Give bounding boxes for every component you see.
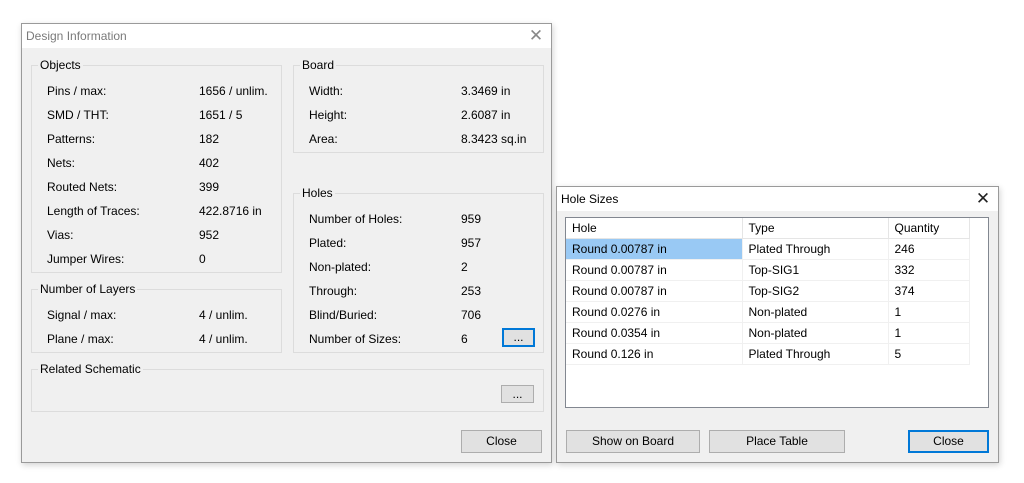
layers-value: 4 / unlim. bbox=[199, 332, 248, 346]
objects-value: 399 bbox=[199, 180, 220, 194]
holes-value: 6 bbox=[461, 332, 468, 346]
objects-value: 422.8716 in bbox=[199, 204, 262, 218]
hole-dialog-title: Hole Sizes bbox=[561, 192, 619, 206]
design-close-button[interactable]: Close bbox=[461, 430, 542, 453]
holes-label: Plated: bbox=[309, 236, 347, 250]
layers-group-label: Number of Layers bbox=[38, 282, 138, 296]
hole-cell: Round 0.00787 in bbox=[566, 259, 743, 281]
objects-value: 1651 / 5 bbox=[199, 108, 243, 122]
objects-group-label: Objects bbox=[38, 58, 83, 72]
hole-dialog-titlebar[interactable]: Hole Sizes ✕ bbox=[557, 187, 998, 211]
hole-cell: Round 0.0276 in bbox=[566, 301, 743, 323]
holes-value: 957 bbox=[461, 236, 482, 250]
board-group: Board Width: 3.3469 in Height: 2.6087 in… bbox=[293, 58, 544, 153]
holes-label: Number of Holes: bbox=[309, 212, 403, 226]
hole-cell: Round 0.00787 in bbox=[566, 280, 743, 302]
holes-label: Blind/Buried: bbox=[309, 308, 378, 322]
objects-group: Objects Pins / max: 1656 / unlim. SMD / … bbox=[31, 58, 282, 273]
column-header[interactable]: Hole bbox=[566, 218, 743, 239]
column-header[interactable]: Quantity bbox=[888, 218, 970, 239]
related-schematic-label: Related Schematic bbox=[38, 362, 143, 376]
board-value: 3.3469 in bbox=[461, 84, 511, 98]
holes-group-label: Holes bbox=[300, 186, 335, 200]
table-row[interactable]: Round 0.0276 in Non-plated 1 bbox=[566, 301, 970, 323]
type-cell: Plated Through bbox=[742, 343, 889, 365]
design-information-dialog: Design Information ✕ Objects Pins / max:… bbox=[21, 23, 552, 463]
board-value: 2.6087 in bbox=[461, 108, 511, 122]
table-row[interactable]: Round 0.0354 in Non-plated 1 bbox=[566, 322, 970, 344]
quantity-cell: 332 bbox=[888, 259, 970, 281]
board-label: Width: bbox=[309, 84, 344, 98]
quantity-cell: 1 bbox=[888, 322, 970, 344]
board-group-label: Board bbox=[300, 58, 337, 72]
holes-value: 253 bbox=[461, 284, 482, 298]
layers-value: 4 / unlim. bbox=[199, 308, 248, 322]
hole-cell: Round 0.126 in bbox=[566, 343, 743, 365]
objects-label: SMD / THT: bbox=[47, 108, 109, 122]
type-cell: Non-plated bbox=[742, 301, 889, 323]
type-cell: Top-SIG2 bbox=[742, 280, 889, 302]
quantity-cell: 5 bbox=[888, 343, 970, 365]
objects-value: 952 bbox=[199, 228, 220, 242]
hole-sizes-button[interactable]: ... bbox=[502, 328, 535, 347]
related-schematic-group: Related Schematic ... bbox=[31, 362, 544, 412]
holes-value: 959 bbox=[461, 212, 482, 226]
holes-value: 2 bbox=[461, 260, 468, 274]
objects-label: Vias: bbox=[47, 228, 74, 242]
quantity-cell: 1 bbox=[888, 301, 970, 323]
holes-group: Holes Number of Holes: 959 Plated: 957 N… bbox=[293, 186, 544, 353]
close-icon[interactable]: ✕ bbox=[974, 190, 992, 208]
design-dialog-title: Design Information bbox=[26, 29, 127, 43]
type-cell: Plated Through bbox=[742, 238, 889, 260]
table-row[interactable]: Round 0.00787 in Plated Through 246 bbox=[566, 238, 970, 260]
board-label: Area: bbox=[309, 132, 338, 146]
table-row[interactable]: Round 0.00787 in Top-SIG1 332 bbox=[566, 259, 970, 281]
holes-value: 706 bbox=[461, 308, 482, 322]
board-value: 8.3423 sq.in bbox=[461, 132, 527, 146]
table-row[interactable]: Round 0.00787 in Top-SIG2 374 bbox=[566, 280, 970, 302]
layers-label: Signal / max: bbox=[47, 308, 117, 322]
objects-value: 182 bbox=[199, 132, 220, 146]
table-header: Hole Type Quantity bbox=[566, 218, 970, 239]
column-header[interactable]: Type bbox=[742, 218, 889, 239]
holes-label: Through: bbox=[309, 284, 358, 298]
objects-label: Jumper Wires: bbox=[47, 252, 125, 266]
holes-label: Number of Sizes: bbox=[309, 332, 402, 346]
hole-close-button[interactable]: Close bbox=[908, 430, 989, 453]
hole-cell: Round 0.00787 in bbox=[566, 238, 743, 260]
layers-label: Plane / max: bbox=[47, 332, 114, 346]
type-cell: Top-SIG1 bbox=[742, 259, 889, 281]
show-on-board-button[interactable]: Show on Board bbox=[566, 430, 700, 453]
table-row[interactable]: Round 0.126 in Plated Through 5 bbox=[566, 343, 970, 365]
place-table-button[interactable]: Place Table bbox=[709, 430, 845, 453]
design-dialog-titlebar[interactable]: Design Information ✕ bbox=[22, 24, 551, 48]
board-label: Height: bbox=[309, 108, 348, 122]
quantity-cell: 374 bbox=[888, 280, 970, 302]
objects-label: Routed Nets: bbox=[47, 180, 118, 194]
objects-value: 1656 / unlim. bbox=[199, 84, 268, 98]
layers-group: Number of Layers Signal / max: 4 / unlim… bbox=[31, 282, 282, 353]
objects-value: 0 bbox=[199, 252, 206, 266]
schematic-browse-button[interactable]: ... bbox=[501, 385, 534, 403]
objects-label: Length of Traces: bbox=[47, 204, 140, 218]
hole-sizes-dialog: Hole Sizes ✕ Hole Type Quantity Round 0.… bbox=[556, 186, 999, 463]
quantity-cell: 246 bbox=[888, 238, 970, 260]
close-icon[interactable]: ✕ bbox=[527, 27, 545, 45]
objects-label: Nets: bbox=[47, 156, 76, 170]
type-cell: Non-plated bbox=[742, 322, 889, 344]
holes-label: Non-plated: bbox=[309, 260, 372, 274]
hole-sizes-list[interactable]: Hole Type Quantity Round 0.00787 in Plat… bbox=[565, 217, 989, 408]
objects-label: Pins / max: bbox=[47, 84, 107, 98]
objects-value: 402 bbox=[199, 156, 220, 170]
objects-label: Patterns: bbox=[47, 132, 96, 146]
hole-cell: Round 0.0354 in bbox=[566, 322, 743, 344]
hole-sizes-table: Hole Type Quantity Round 0.00787 in Plat… bbox=[566, 218, 970, 365]
